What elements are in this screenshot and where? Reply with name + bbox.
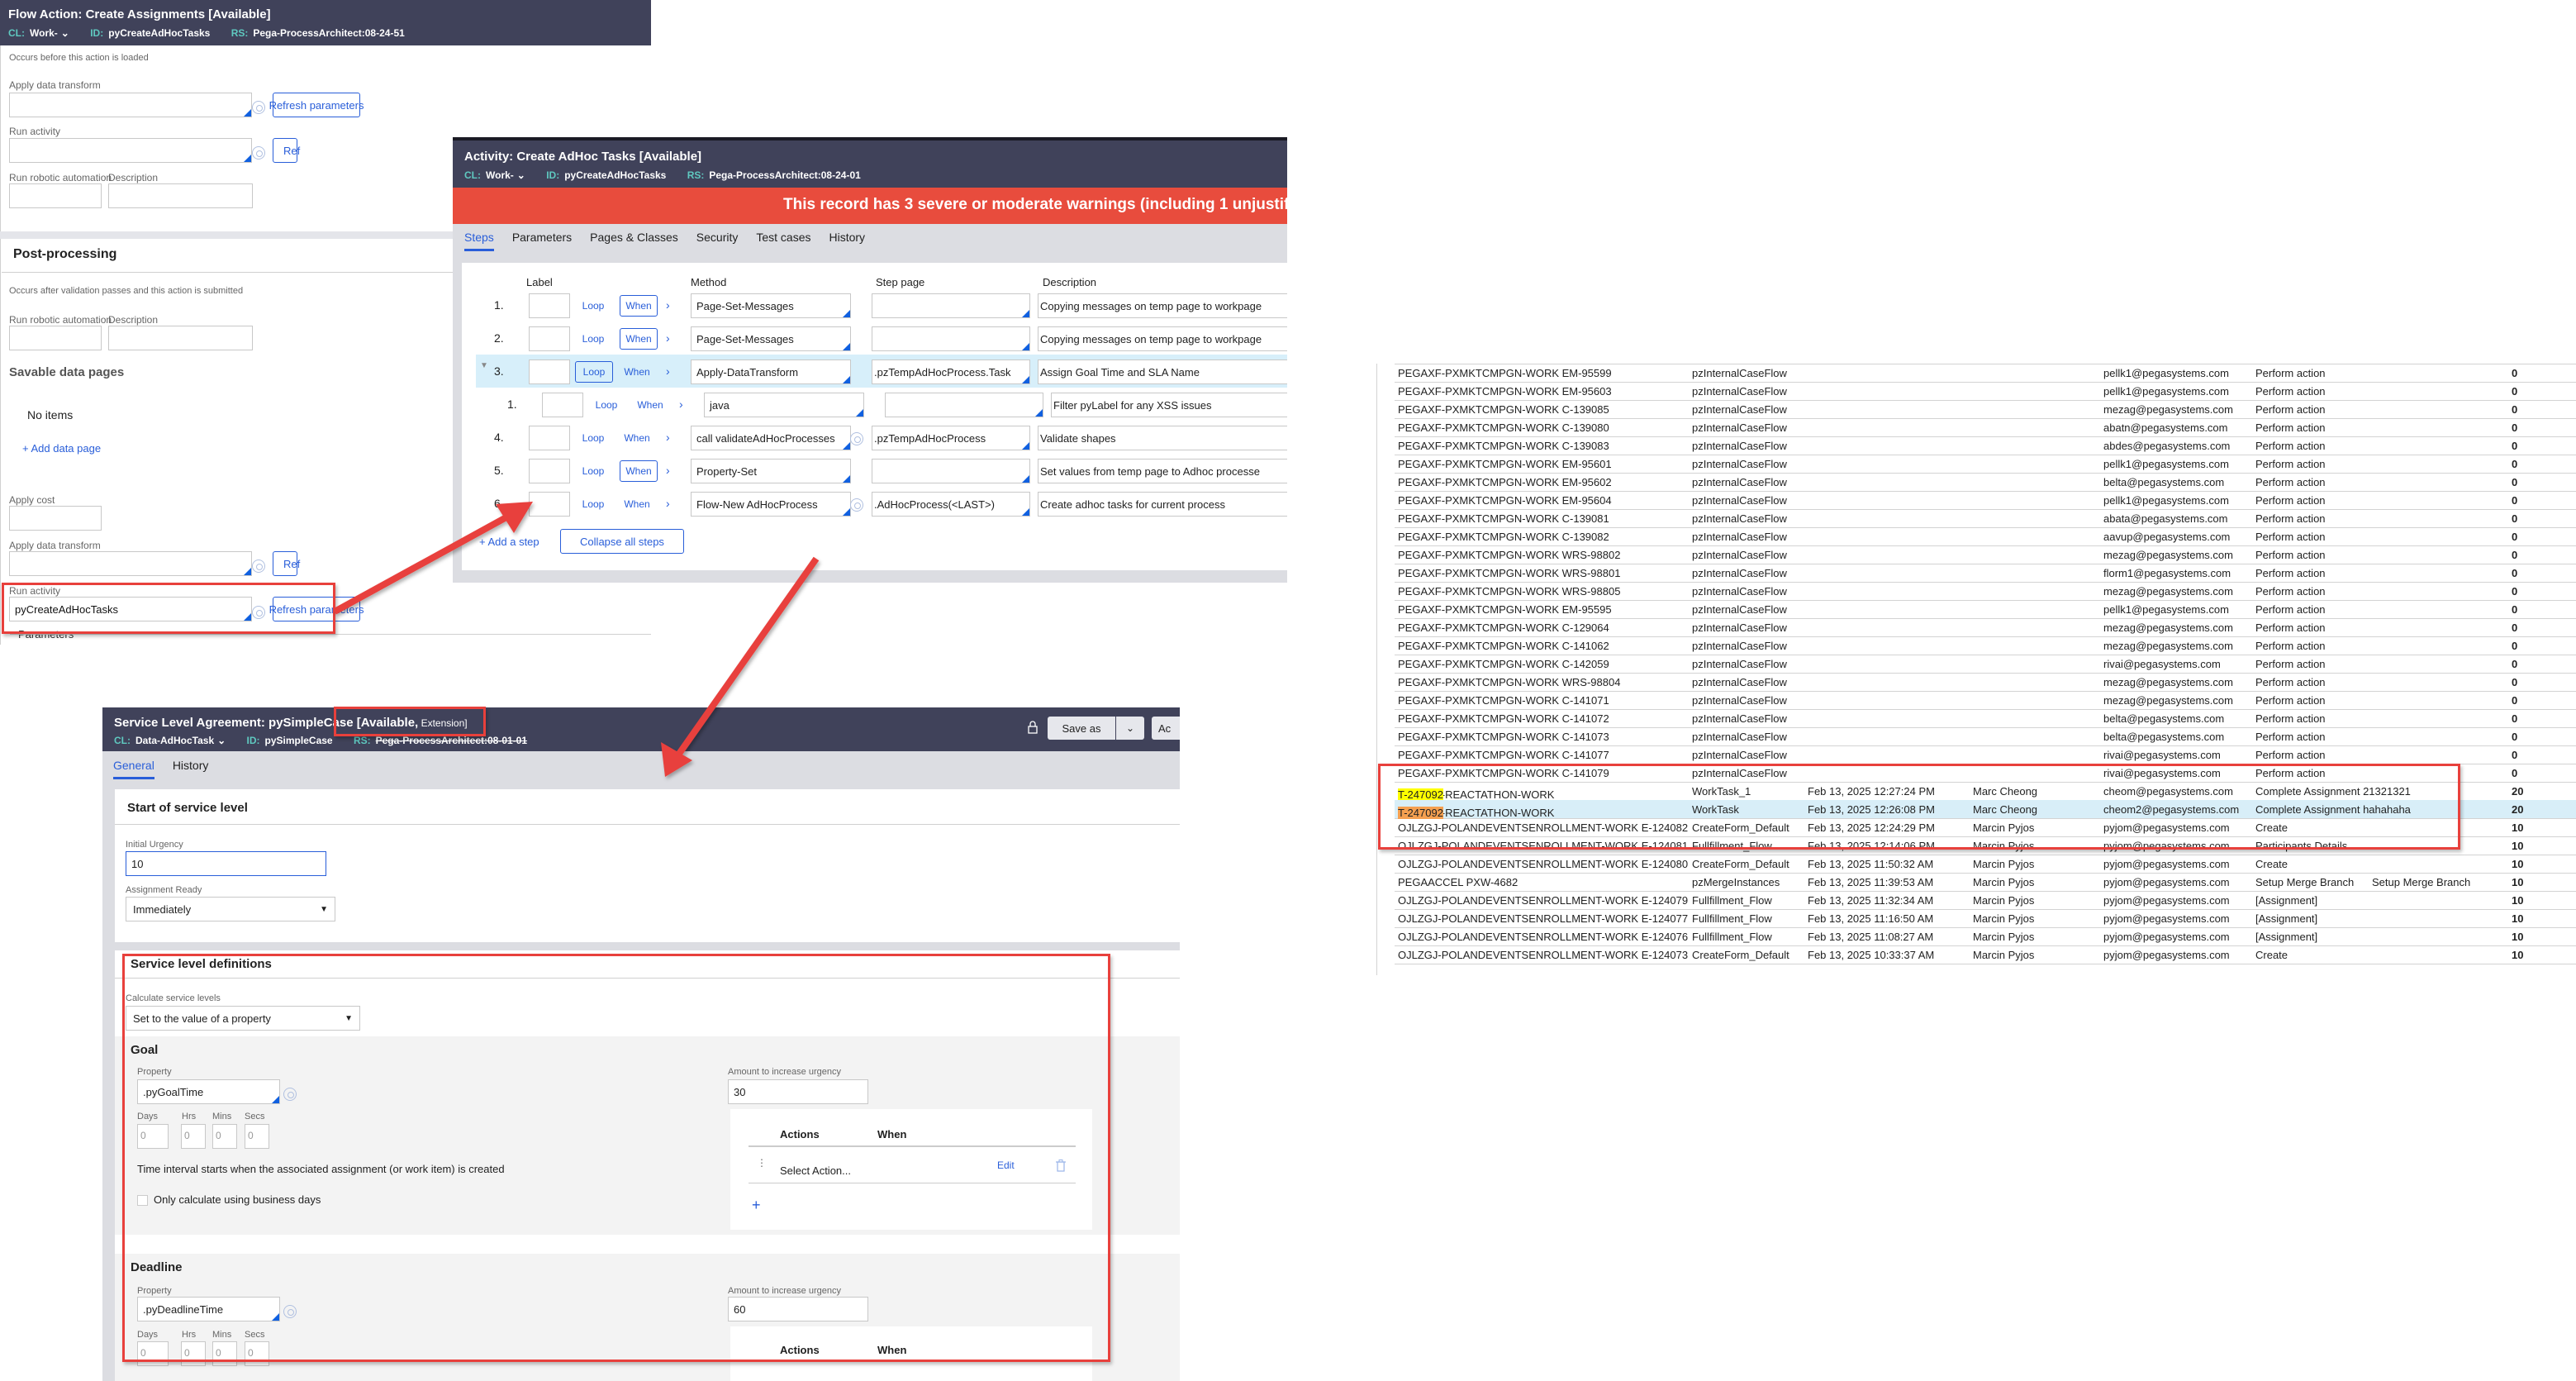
arrow-to-step-6	[333, 502, 533, 615]
arrow-to-sla	[661, 556, 820, 777]
annotation-arrows	[333, 502, 820, 777]
